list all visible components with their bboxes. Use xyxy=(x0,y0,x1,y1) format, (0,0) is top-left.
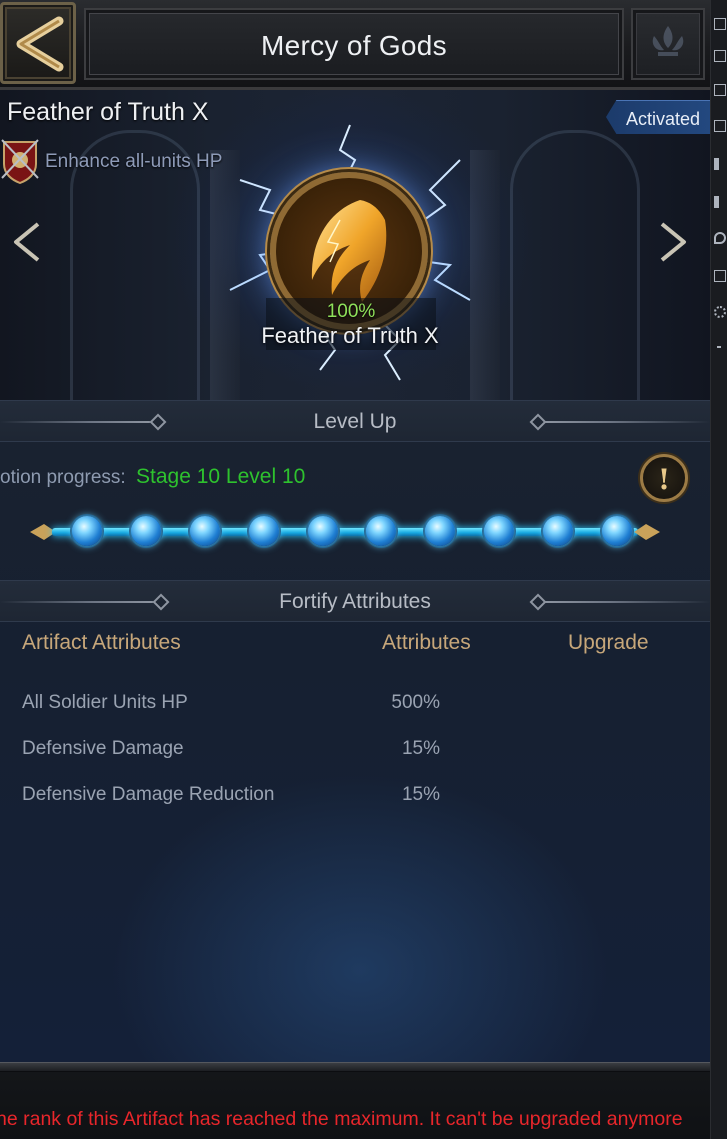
previous-artifact-arrow-icon[interactable] xyxy=(10,220,44,264)
level-up-section-bar: Level Up xyxy=(0,400,710,442)
attribute-name: Defensive Damage Reduction xyxy=(22,784,275,805)
volume-down-icon[interactable] xyxy=(714,196,726,208)
decor-line xyxy=(544,601,710,603)
stage-progress-track xyxy=(30,512,660,552)
fullscreen-icon[interactable] xyxy=(714,18,726,30)
more-icon[interactable] xyxy=(717,346,721,348)
info-button[interactable]: ! xyxy=(640,454,688,502)
footer: he rank of this Artifact has reached the… xyxy=(0,1072,710,1139)
attribute-value: 15% xyxy=(401,784,440,805)
stage-orb xyxy=(307,516,338,546)
top-header: Mercy of Gods xyxy=(0,0,710,90)
attribute-value: 15% xyxy=(401,738,440,759)
activated-badge: Activated xyxy=(606,100,710,134)
folder-icon[interactable] xyxy=(714,270,726,282)
column-header-artifact-attributes: Artifact Attributes xyxy=(22,631,181,654)
stage-orb xyxy=(484,516,515,546)
decor-line xyxy=(544,421,710,423)
activated-label: Activated xyxy=(626,109,701,129)
stage-orb xyxy=(189,516,220,546)
page-title: Mercy of Gods xyxy=(261,30,447,61)
footer-divider xyxy=(0,1062,710,1072)
emulator-side-toolbar xyxy=(710,0,727,1139)
stage-orb xyxy=(130,516,161,546)
back-button[interactable] xyxy=(0,2,76,84)
golden-wing-icon xyxy=(311,200,387,302)
track-right-cap-icon xyxy=(634,524,660,540)
volume-up-icon[interactable] xyxy=(714,158,726,170)
fleur-de-lis-icon xyxy=(652,26,684,56)
back-arrow-icon xyxy=(16,16,64,72)
attribute-name: All Soldier Units HP xyxy=(22,692,188,713)
stage-orb xyxy=(248,516,279,546)
fleur-emblem-button[interactable] xyxy=(631,8,705,80)
background-arch xyxy=(510,130,640,400)
fortify-section-bar: Fortify Attributes xyxy=(0,580,710,622)
artifact-effect: Enhance all-units HP xyxy=(45,151,223,172)
stage-orb xyxy=(72,516,102,546)
stage-orb xyxy=(425,516,456,546)
artifact-progress-percent: 100% xyxy=(326,301,376,322)
multi-window-icon[interactable] xyxy=(714,84,726,96)
artifact-details-panel xyxy=(0,400,710,1062)
promotion-progress-label: otion progress: xyxy=(0,467,126,488)
stage-orb xyxy=(543,516,574,546)
stage-orb xyxy=(602,516,632,546)
attribute-value: 500% xyxy=(391,692,440,713)
screenshot-icon[interactable] xyxy=(714,120,726,132)
stage-orb xyxy=(366,516,397,546)
artifact-title: Feather of Truth X xyxy=(7,98,209,126)
max-rank-message: he rank of this Artifact has reached the… xyxy=(0,1108,683,1130)
artifact-hero: Feather of Truth X Activated Enhance all… xyxy=(0,90,710,400)
artifact-name-label: Feather of Truth X xyxy=(261,323,439,348)
column-header-attributes: Attributes xyxy=(382,631,471,654)
settings-icon[interactable] xyxy=(714,306,726,318)
title-plate: Mercy of Gods xyxy=(84,8,624,80)
promotion-progress-value: Stage 10 Level 10 xyxy=(136,465,306,488)
keyboard-icon[interactable] xyxy=(714,50,726,62)
location-icon[interactable] xyxy=(714,232,726,244)
column-header-upgrade: Upgrade xyxy=(568,631,649,654)
guild-crest-icon xyxy=(1,139,39,184)
exclamation-icon: ! xyxy=(657,463,671,496)
attribute-name: Defensive Damage xyxy=(22,738,184,759)
next-artifact-arrow-icon[interactable] xyxy=(656,220,690,264)
